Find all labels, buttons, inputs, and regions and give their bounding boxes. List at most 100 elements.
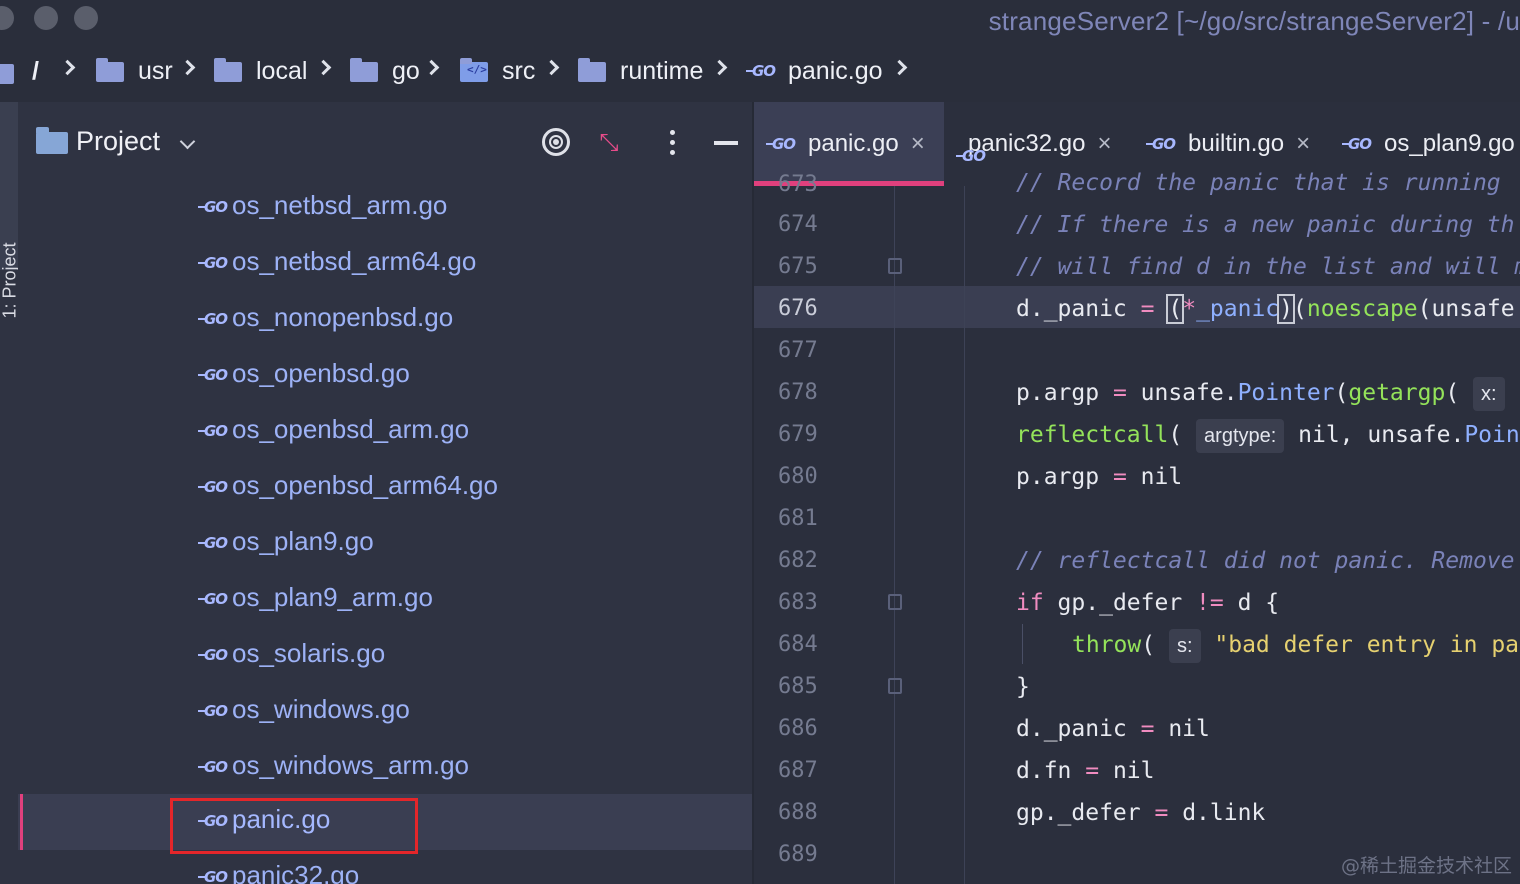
more-options-icon[interactable]: [664, 128, 680, 158]
close-tab-icon[interactable]: ×: [1097, 130, 1111, 158]
go-file-icon: GO: [1146, 135, 1182, 153]
zoom-window-button[interactable]: [74, 6, 98, 30]
breadcrumb-item-go[interactable]: go: [350, 52, 420, 90]
line-number: 675: [778, 254, 818, 279]
chevron-right-icon: [423, 59, 440, 76]
line-number: 683: [778, 590, 818, 615]
code-comment: // will find d in the list and will m: [1016, 254, 1520, 280]
project-panel: Project ⤡ GO os_netbsd_arm.go GO os_netb…: [18, 102, 752, 884]
go-file-icon: GO: [766, 135, 802, 153]
go-file-icon: GO: [198, 310, 234, 328]
go-file-icon: GO: [746, 62, 782, 80]
tree-item-file[interactable]: GO os_openbsd_arm.go: [18, 404, 752, 460]
tree-item-file[interactable]: GO os_windows.go: [18, 684, 752, 740]
tree-item-file[interactable]: GO os_netbsd_arm64.go: [18, 236, 752, 292]
fold-guide: [894, 186, 895, 884]
line-number: 687: [778, 758, 818, 783]
go-file-icon: GO: [198, 868, 234, 884]
selection-indicator: [20, 794, 23, 850]
file-name: os_windows.go: [232, 694, 410, 724]
folder-icon: [96, 58, 124, 82]
chevron-right-icon: [891, 59, 908, 76]
locate-file-icon[interactable]: [542, 128, 570, 156]
parameter-hint: s:: [1168, 629, 1201, 663]
code-line[interactable]: }: [1016, 666, 1520, 708]
breadcrumb-item-src[interactable]: src: [460, 52, 535, 90]
code-line[interactable]: gp._defer = d.link: [1016, 792, 1520, 834]
breadcrumb-item-local[interactable]: local: [214, 52, 307, 90]
breadcrumb-item-root[interactable]: /: [32, 52, 39, 90]
tree-item-file[interactable]: GO os_windows_arm.go: [18, 740, 752, 796]
folder-icon: [0, 64, 14, 84]
code-line[interactable]: // will find d in the list and will m: [1016, 246, 1520, 288]
code-line[interactable]: d._panic = nil: [1016, 708, 1520, 750]
tree-item-file[interactable]: GO panic32.go: [18, 850, 752, 884]
close-tab-icon[interactable]: ×: [911, 130, 925, 158]
chevron-right-icon: [59, 59, 76, 76]
breadcrumb-item-usr[interactable]: usr: [96, 52, 173, 90]
hide-panel-icon[interactable]: [714, 141, 738, 145]
tree-item-file-selected[interactable]: GO panic.go: [18, 794, 752, 854]
chevron-right-icon: [179, 59, 196, 76]
tab-label: builtin.go: [1188, 130, 1285, 157]
tree-item-file[interactable]: GO os_plan9_arm.go: [18, 572, 752, 628]
title-bar: strangeServer2 [~/go/src/strangeServer2]…: [0, 0, 1520, 40]
fold-marker-icon[interactable]: [888, 258, 902, 274]
code-line[interactable]: // Record the panic that is running: [1016, 162, 1520, 204]
breadcrumb-label: usr: [138, 56, 173, 85]
tree-item-file[interactable]: GO os_netbsd_arm.go: [18, 180, 752, 236]
go-file-icon: GO: [1342, 135, 1378, 153]
line-number: 674: [778, 212, 818, 237]
code-line[interactable]: if gp._defer != d {: [1016, 582, 1520, 624]
tab-label: os_plan9.go: [1384, 130, 1515, 157]
code-line[interactable]: // If there is a new panic during th: [1016, 204, 1520, 246]
chevron-right-icon: [543, 59, 560, 76]
project-view-selector[interactable]: Project: [76, 126, 160, 157]
parameter-hint: x:: [1473, 377, 1505, 411]
tab-label: panic.go: [808, 130, 899, 157]
line-number: 681: [778, 506, 818, 531]
code-line-current[interactable]: d._panic = (*_panic)(noescape(unsafe: [1016, 288, 1520, 330]
go-file-icon: GO: [198, 758, 234, 776]
chevron-right-icon: [315, 59, 332, 76]
line-number: 688: [778, 800, 818, 825]
collapse-all-icon[interactable]: ⤡: [594, 128, 624, 158]
breadcrumb-item-runtime[interactable]: runtime: [578, 52, 703, 90]
window-title: strangeServer2 [~/go/src/strangeServer2]…: [988, 6, 1520, 36]
chevron-down-icon[interactable]: [179, 133, 196, 150]
tree-item-file[interactable]: GO os_solaris.go: [18, 628, 752, 684]
close-tab-icon[interactable]: ×: [1296, 130, 1310, 158]
line-number: 677: [778, 338, 818, 363]
file-name: os_netbsd_arm64.go: [232, 246, 477, 276]
breadcrumb-label: src: [502, 56, 536, 85]
code-line[interactable]: // reflectcall did not panic. Remove: [1016, 540, 1520, 582]
line-number: 678: [778, 380, 818, 405]
breadcrumb-item-panic-go[interactable]: GO panic.go: [746, 52, 883, 90]
breadcrumb-label: /: [32, 56, 39, 85]
tree-item-file[interactable]: GO os_nonopenbsd.go: [18, 292, 752, 348]
close-window-button[interactable]: [0, 6, 14, 30]
line-number: 685: [778, 674, 818, 699]
editor-area: GO panic.go × GO panic32.go × GO builtin…: [752, 102, 1520, 884]
tree-item-file[interactable]: GO os_openbsd_arm64.go: [18, 460, 752, 516]
code-line[interactable]: d.fn = nil: [1016, 750, 1520, 792]
code-line[interactable]: reflectcall( argtype: nil, unsafe.Point: [1016, 414, 1520, 456]
fold-marker-icon[interactable]: [888, 678, 902, 694]
tree-item-file[interactable]: GO os_openbsd.go: [18, 348, 752, 404]
code-line[interactable]: p.argp = unsafe.Pointer(getargp( x: 0: [1016, 372, 1520, 414]
file-name: os_openbsd_arm.go: [232, 414, 470, 444]
file-name: panic32.go: [232, 860, 360, 884]
code-line[interactable]: p.argp = nil: [1016, 456, 1520, 498]
line-number-current: 676: [778, 296, 818, 321]
file-name: os_plan9.go: [232, 526, 374, 556]
go-file-icon: GO: [198, 590, 234, 608]
indent-guide: [1022, 624, 1023, 664]
tree-item-file[interactable]: GO os_plan9.go: [18, 516, 752, 572]
breadcrumb-label: go: [392, 56, 420, 85]
code-line[interactable]: throw( s: "bad defer entry in par: [1072, 624, 1520, 666]
fold-marker-icon[interactable]: [888, 594, 902, 610]
go-file-icon: GO: [198, 478, 234, 496]
minimize-window-button[interactable]: [34, 6, 58, 30]
project-panel-header: Project ⤡: [18, 102, 752, 184]
folder-icon: [578, 58, 606, 82]
